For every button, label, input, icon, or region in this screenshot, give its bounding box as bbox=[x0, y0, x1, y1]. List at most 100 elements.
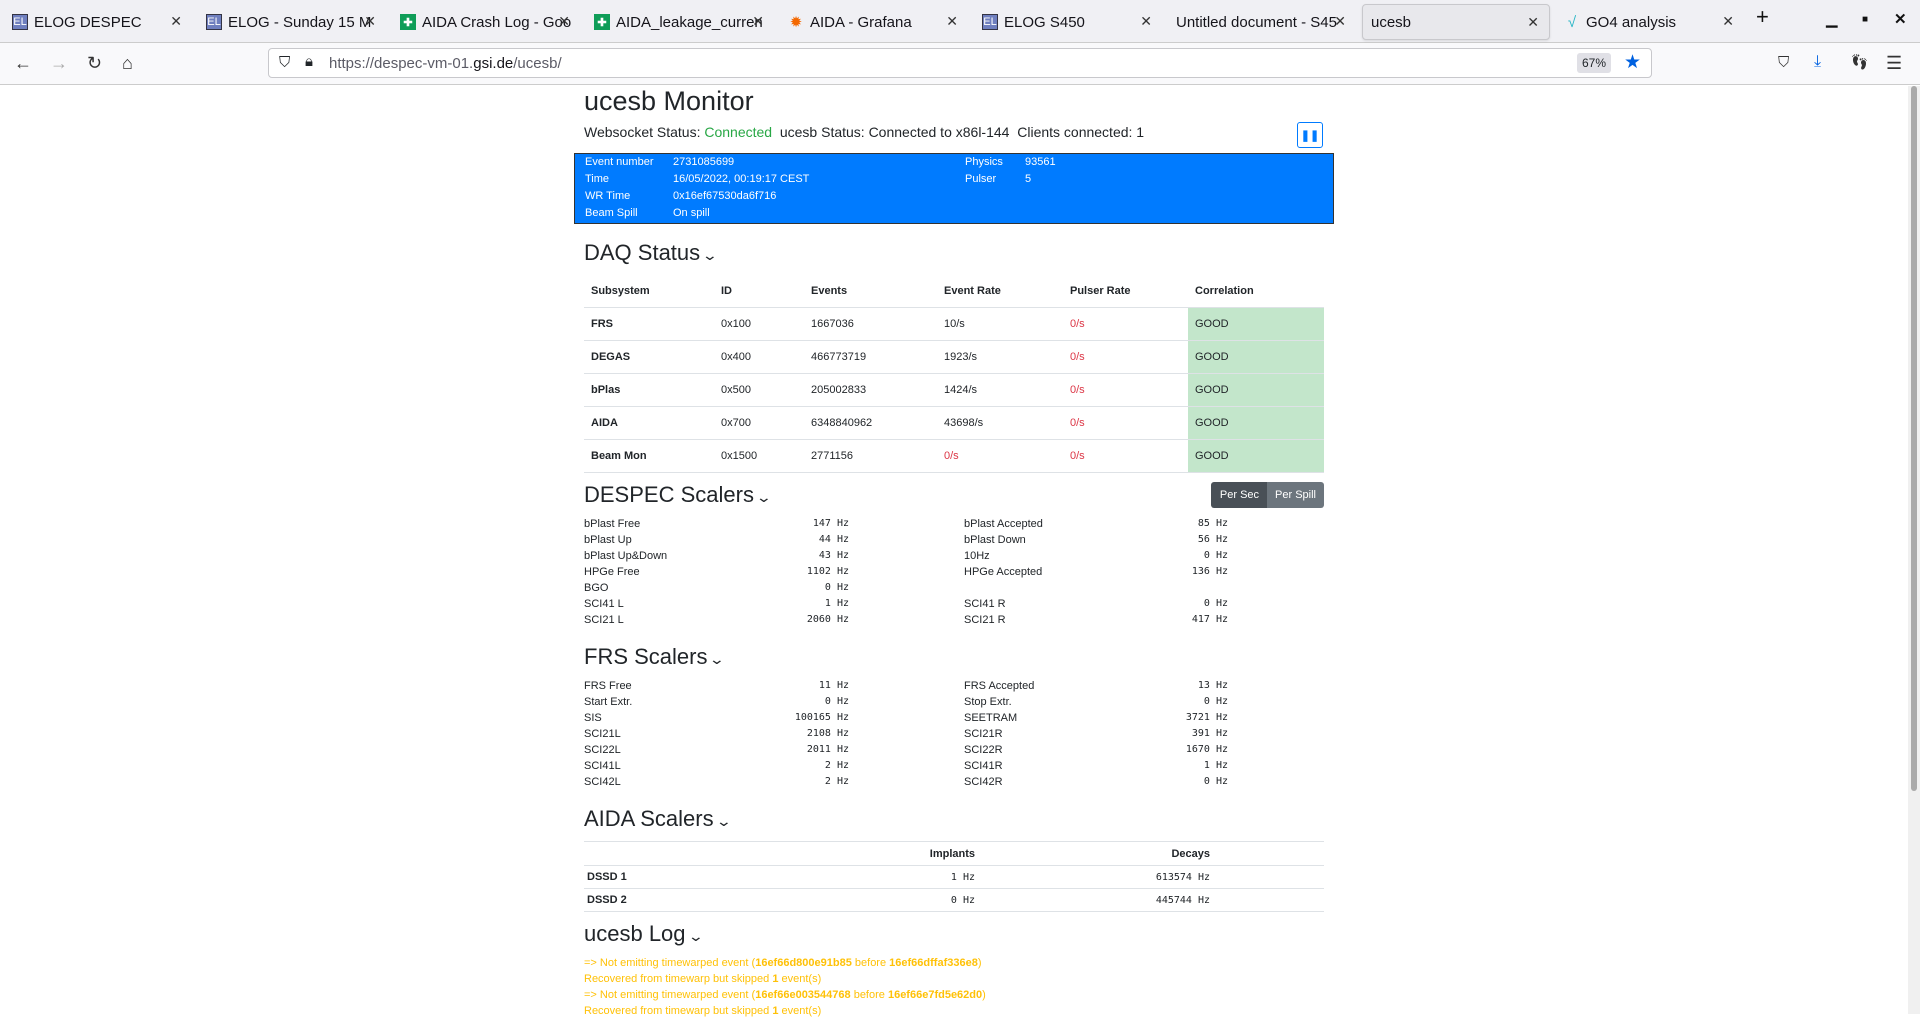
table-cell: Beam Mon bbox=[584, 439, 714, 473]
bookmark-star-icon[interactable]: ★ bbox=[1624, 51, 1641, 74]
new-tab-button[interactable]: + bbox=[1756, 4, 1769, 30]
tab[interactable]: EL ELOG S450 ✕ bbox=[974, 4, 1162, 40]
log-line: => Not emitting timewarped event (16ef66… bbox=[584, 957, 982, 969]
beam-spill-label: Beam Spill bbox=[585, 207, 638, 219]
tab[interactable]: ✚ AIDA_leakage_curren ✕ bbox=[586, 4, 774, 40]
aida-scalers-heading[interactable]: AIDA Scalers ⌄ bbox=[584, 806, 732, 832]
nav-bar: ← → ↻ ⌂ ⛉ 🔒︎ https://despec-vm-01.gsi.de… bbox=[0, 43, 1920, 85]
status-line: Websocket Status: Connected ucesb Status… bbox=[584, 124, 1144, 140]
scaler-value: 100165 Hz bbox=[794, 712, 849, 723]
tab-title: ELOG DESPEC bbox=[34, 13, 142, 31]
implants-header: Implants bbox=[784, 841, 975, 866]
close-tab-icon[interactable]: ✕ bbox=[946, 13, 958, 30]
zoom-level[interactable]: 67% bbox=[1576, 53, 1611, 73]
back-button[interactable]: ← bbox=[14, 53, 32, 74]
per-spill-button[interactable]: Per Spill bbox=[1267, 482, 1324, 508]
table-cell: 43698/s bbox=[937, 406, 1063, 440]
chevron-down-icon: ⌄ bbox=[715, 813, 732, 829]
tab[interactable]: ✹ AIDA - Grafana ✕ bbox=[780, 4, 968, 40]
close-tab-icon[interactable]: ✕ bbox=[558, 13, 570, 30]
despec-scalers-heading[interactable]: DESPEC Scalers ⌄ bbox=[584, 482, 773, 508]
table-cell: DEGAS bbox=[584, 340, 714, 374]
tab-title: ucesb bbox=[1371, 13, 1412, 31]
websocket-label: Websocket Status: bbox=[584, 124, 701, 140]
table-cell: 0/s bbox=[1063, 307, 1188, 341]
grafana-favicon-icon: ✹ bbox=[789, 14, 803, 31]
extension-icon[interactable]: 👣︎ bbox=[1850, 53, 1869, 71]
chevron-down-icon: ⌄ bbox=[755, 489, 773, 505]
scrollbar[interactable] bbox=[1908, 86, 1920, 1014]
tab[interactable]: ucesb ✕ bbox=[1362, 4, 1550, 40]
close-tab-icon[interactable]: ✕ bbox=[1334, 13, 1346, 30]
tab[interactable]: ✚ AIDA Crash Log - Goo ✕ bbox=[392, 4, 580, 40]
close-tab-icon[interactable]: ✕ bbox=[1140, 13, 1152, 30]
scaler-value: 417 Hz bbox=[1191, 614, 1228, 625]
column-header: Events bbox=[804, 275, 937, 308]
websocket-status: Connected bbox=[704, 124, 773, 140]
scaler-label: FRS Accepted bbox=[964, 680, 1035, 692]
minimize-button[interactable]: ▁ bbox=[1826, 10, 1838, 28]
tab-title: ELOG - Sunday 15 M bbox=[228, 13, 372, 31]
time-value: 16/05/2022, 00:19:17 CEST bbox=[673, 173, 810, 185]
tab[interactable]: √ GO4 analysis ✕ bbox=[1556, 4, 1744, 40]
scaler-label: bPlast Up bbox=[584, 534, 632, 546]
scaler-label: Stop Extr. bbox=[964, 696, 1012, 708]
sheet-favicon-icon: ✚ bbox=[594, 14, 610, 30]
maximize-button[interactable]: ■ bbox=[1862, 14, 1868, 25]
table-row: FRS 0x100 1667036 10/s 0/s GOOD bbox=[584, 307, 1324, 341]
table-cell: 1667036 bbox=[804, 307, 937, 341]
scaler-value: 0 Hz bbox=[1203, 550, 1228, 561]
shield-icon: ⛉ bbox=[279, 54, 291, 71]
scaler-label: SIS bbox=[584, 712, 602, 724]
daq-status-table: Subsystem ID Events Event Rate Pulser Rate Co… bbox=[584, 275, 1324, 473]
reload-button[interactable]: ↻ bbox=[87, 53, 102, 74]
scaler-label: HPGe Free bbox=[584, 566, 640, 578]
scaler-value: 3721 Hz bbox=[1185, 712, 1228, 723]
home-button[interactable]: ⌂ bbox=[122, 53, 133, 74]
pause-button[interactable]: ❚❚ bbox=[1297, 122, 1323, 148]
forward-button[interactable]: → bbox=[50, 53, 68, 74]
close-tab-icon[interactable]: ✕ bbox=[364, 13, 376, 30]
table-cell: 0/s bbox=[1063, 406, 1188, 440]
close-tab-icon[interactable]: ✕ bbox=[752, 13, 764, 30]
scaler-value: 85 Hz bbox=[1197, 518, 1228, 529]
close-tab-icon[interactable]: ✕ bbox=[1722, 13, 1734, 30]
table-row: Beam Mon 0x1500 2771156 0/s 0/s GOOD bbox=[584, 439, 1324, 473]
close-window-button[interactable]: ✕ bbox=[1894, 10, 1907, 28]
tab[interactable]: EL ELOG - Sunday 15 M ✕ bbox=[198, 4, 386, 40]
per-sec-button[interactable]: Per Sec bbox=[1211, 482, 1268, 508]
scaler-value: 11 Hz bbox=[818, 680, 849, 691]
table-cell: 0/s bbox=[937, 439, 1063, 473]
table-cell: GOOD bbox=[1188, 406, 1324, 440]
close-tab-icon[interactable]: ✕ bbox=[170, 13, 182, 30]
ucesb-log-heading[interactable]: ucesb Log ⌄ bbox=[584, 921, 704, 947]
frs-scalers-heading[interactable]: FRS Scalers ⌄ bbox=[584, 644, 726, 670]
scaler-label: SCI21 R bbox=[964, 614, 1006, 626]
tab[interactable]: Untitled document - S45 ✕ bbox=[1168, 4, 1356, 40]
pause-icon: ❚❚ bbox=[1300, 129, 1320, 142]
pocket-icon[interactable]: ⛉ bbox=[1778, 54, 1789, 71]
scaler-value: 1102 Hz bbox=[806, 566, 849, 577]
scaler-value: 2011 Hz bbox=[806, 744, 849, 755]
table-cell: 0x700 bbox=[714, 406, 804, 440]
table-cell: 205002833 bbox=[804, 373, 937, 407]
table-cell: 0/s bbox=[1063, 439, 1188, 473]
download-icon[interactable]: ⤓ bbox=[1814, 53, 1821, 71]
scaler-label: BGO bbox=[584, 582, 609, 594]
menu-icon[interactable]: ☰ bbox=[1886, 53, 1902, 74]
close-tab-icon[interactable]: ✕ bbox=[1527, 14, 1539, 31]
table-cell: bPlas bbox=[584, 373, 714, 407]
scaler-value: 136 Hz bbox=[1191, 566, 1228, 577]
tab-title: ELOG S450 bbox=[1004, 13, 1085, 31]
tab[interactable]: EL ELOG DESPEC ✕ bbox=[4, 4, 192, 40]
tab-title: AIDA - Grafana bbox=[810, 13, 912, 31]
daq-status-heading[interactable]: DAQ Status ⌄ bbox=[584, 240, 718, 266]
scrollbar-thumb[interactable] bbox=[1911, 86, 1917, 791]
table-cell: 0x1500 bbox=[714, 439, 804, 473]
scaler-label: bPlast Up&Down bbox=[584, 550, 668, 562]
table-cell: GOOD bbox=[1188, 439, 1324, 473]
url-bar[interactable]: ⛉ 🔒︎ https://despec-vm-01.gsi.de/ucesb/ … bbox=[268, 48, 1652, 78]
scaler-label: Start Extr. bbox=[584, 696, 633, 708]
event-info-panel: Event number 2731085699 Time 16/05/2022,… bbox=[574, 153, 1334, 224]
scaler-value: 0 Hz bbox=[1203, 598, 1228, 609]
